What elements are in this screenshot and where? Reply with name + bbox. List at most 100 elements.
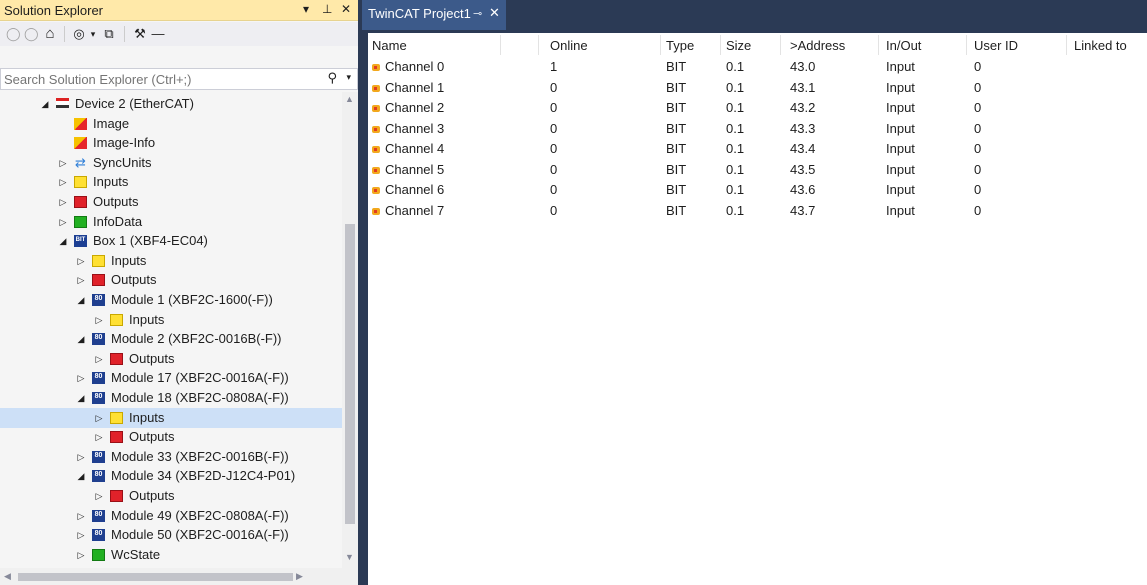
tree-item[interactable]: ▷ 80 Module 33 (XBF2C-0016B(-F)) [0, 447, 342, 467]
column-divider[interactable] [966, 35, 967, 55]
column-header-inout[interactable]: In/Out [886, 38, 921, 53]
column-header-linked[interactable]: Linked to [1074, 38, 1127, 53]
tree-item[interactable]: ◢ Device 2 (EtherCAT) [0, 94, 342, 114]
back-icon[interactable]: ◯ [6, 25, 21, 43]
expand-arrow-icon[interactable]: ▷ [94, 427, 104, 447]
forward-icon[interactable]: ◯ [24, 25, 39, 43]
cell-user_id: 0 [974, 141, 982, 156]
column-divider[interactable] [538, 35, 539, 55]
column-divider[interactable] [500, 35, 501, 55]
column-header-type[interactable]: Type [666, 38, 694, 53]
properties-wrench-icon[interactable]: ⚒ [132, 25, 148, 43]
history-icon[interactable]: ◎ [72, 25, 86, 43]
pin-icon[interactable]: ⊥ [322, 2, 332, 16]
scroll-down-icon[interactable]: ▼ [345, 552, 354, 562]
tree-item[interactable]: ▷ Inputs [0, 407, 342, 428]
column-header-address[interactable]: >Address [790, 38, 845, 53]
tree-item[interactable]: Image-Info [0, 133, 342, 153]
column-header-online[interactable]: Online [550, 38, 588, 53]
scroll-right-icon[interactable]: ▶ [296, 571, 303, 582]
tree-item[interactable]: ▷ Outputs [0, 486, 342, 506]
scrollbar-thumb[interactable] [345, 224, 355, 524]
tree-item[interactable]: ▷ Outputs [0, 192, 342, 212]
tree-item[interactable]: ▷ InfoData [0, 212, 342, 232]
tree-item[interactable]: ◢ 80 Module 1 (XBF2C-1600(-F)) [0, 290, 342, 310]
solution-explorer-search[interactable]: ⚲ ▾ [0, 68, 358, 90]
window-position-dropdown-icon[interactable]: ▾ [303, 2, 309, 16]
table-row[interactable]: Channel 2 0 BIT 0.1 43.2 Input 0 [368, 98, 1147, 118]
expand-arrow-icon[interactable]: ▷ [94, 349, 104, 369]
tree-item[interactable]: ▷ Outputs [0, 349, 342, 369]
tree-item[interactable]: ▷ 80 Module 17 (XBF2C-0016A(-F)) [0, 368, 342, 388]
table-row[interactable]: Channel 6 0 BIT 0.1 43.6 Input 0 [368, 180, 1147, 200]
tree-item[interactable]: ▷ Outputs [0, 270, 342, 290]
tab-close-icon[interactable]: ✕ [489, 5, 500, 21]
column-divider[interactable] [660, 35, 661, 55]
tab-pin-icon[interactable]: ⊸ [473, 7, 482, 20]
home-icon[interactable]: ⌂ [42, 25, 58, 43]
column-divider[interactable] [878, 35, 879, 55]
tree-item[interactable]: ◢ 80 Module 18 (XBF2C-0808A(-F)) [0, 388, 342, 408]
close-panel-icon[interactable]: ✕ [341, 2, 351, 16]
tree-item[interactable]: ◢ 80 Module 34 (XBF2D-J12C4-P01) [0, 466, 342, 486]
cell-online: 0 [550, 100, 558, 115]
cell-size: 0.1 [726, 59, 745, 74]
tab-twincat-project[interactable]: TwinCAT Project1 ⊸ ✕ [362, 0, 506, 30]
tree-item[interactable]: ◢ 80 Module 2 (XBF2C-0016B(-F)) [0, 329, 342, 349]
scroll-up-icon[interactable]: ▲ [345, 94, 354, 104]
table-row[interactable]: Channel 0 1 BIT 0.1 43.0 Input 0 [368, 57, 1147, 77]
expand-arrow-icon[interactable]: ▷ [94, 486, 104, 506]
scroll-left-icon[interactable]: ◀ [4, 571, 11, 582]
search-icon[interactable]: ⚲ [327, 70, 337, 86]
history-dropdown-icon[interactable]: ▾ [88, 25, 98, 43]
expand-arrow-icon[interactable]: ▷ [94, 310, 104, 330]
search-input[interactable] [4, 70, 324, 88]
expand-arrow-icon[interactable]: ▷ [94, 408, 104, 428]
column-header-name[interactable]: Name [372, 38, 407, 53]
column-header-size[interactable]: Size [726, 38, 751, 53]
tree-item[interactable]: ◢ BIT Box 1 (XBF4-EC04) [0, 231, 342, 251]
tree-item[interactable]: ▷ ⇄ SyncUnits [0, 153, 342, 173]
expand-arrow-icon[interactable]: ▷ [58, 212, 68, 232]
expand-arrow-icon[interactable]: ▷ [76, 525, 86, 545]
expand-arrow-icon[interactable]: ▷ [58, 192, 68, 212]
tree-vertical-scrollbar[interactable]: ▲ ▼ [342, 92, 358, 568]
tree-item[interactable]: ▷ 80 Module 49 (XBF2C-0808A(-F)) [0, 506, 342, 526]
tree-item[interactable]: ▷ WcState [0, 545, 342, 565]
collapse-all-icon[interactable]: ⧉ [101, 25, 117, 43]
collapse-arrow-icon[interactable]: ◢ [76, 388, 86, 408]
tree-item[interactable]: ▷ 80 Module 50 (XBF2C-0016A(-F)) [0, 525, 342, 545]
collapse-arrow-icon[interactable]: ◢ [76, 290, 86, 310]
tree-item[interactable]: ▷ Inputs [0, 172, 342, 192]
tree-item[interactable]: Image [0, 114, 342, 134]
collapse-arrow-icon[interactable]: ◢ [76, 329, 86, 349]
collapse-arrow-icon[interactable]: ◢ [58, 231, 68, 251]
expand-arrow-icon[interactable]: ▷ [76, 506, 86, 526]
tree-horizontal-scrollbar[interactable]: ◀ ▶ [0, 568, 358, 585]
table-row[interactable]: Channel 7 0 BIT 0.1 43.7 Input 0 [368, 201, 1147, 221]
column-divider[interactable] [780, 35, 781, 55]
table-row[interactable]: Channel 4 0 BIT 0.1 43.4 Input 0 [368, 139, 1147, 159]
table-row[interactable]: Channel 1 0 BIT 0.1 43.1 Input 0 [368, 78, 1147, 98]
tree-item[interactable]: ▷ Outputs [0, 427, 342, 447]
preview-icon[interactable]: — [150, 25, 166, 43]
expand-arrow-icon[interactable]: ▷ [76, 447, 86, 467]
module-icon: 80 [92, 333, 105, 346]
column-divider[interactable] [720, 35, 721, 55]
expand-arrow-icon[interactable]: ▷ [76, 270, 86, 290]
scrollbar-thumb[interactable] [18, 573, 293, 581]
column-divider[interactable] [1066, 35, 1067, 55]
collapse-arrow-icon[interactable]: ◢ [40, 94, 50, 114]
search-options-dropdown-icon[interactable]: ▾ [346, 72, 351, 83]
tree-item[interactable]: ▷ Inputs [0, 310, 342, 330]
collapse-arrow-icon[interactable]: ◢ [76, 466, 86, 486]
table-row[interactable]: Channel 5 0 BIT 0.1 43.5 Input 0 [368, 160, 1147, 180]
expand-arrow-icon[interactable]: ▷ [58, 153, 68, 173]
column-header-user_id[interactable]: User ID [974, 38, 1018, 53]
table-row[interactable]: Channel 3 0 BIT 0.1 43.3 Input 0 [368, 119, 1147, 139]
tree-item[interactable]: ▷ Inputs [0, 251, 342, 271]
expand-arrow-icon[interactable]: ▷ [76, 368, 86, 388]
expand-arrow-icon[interactable]: ▷ [76, 251, 86, 271]
expand-arrow-icon[interactable]: ▷ [76, 545, 86, 565]
expand-arrow-icon[interactable]: ▷ [58, 172, 68, 192]
